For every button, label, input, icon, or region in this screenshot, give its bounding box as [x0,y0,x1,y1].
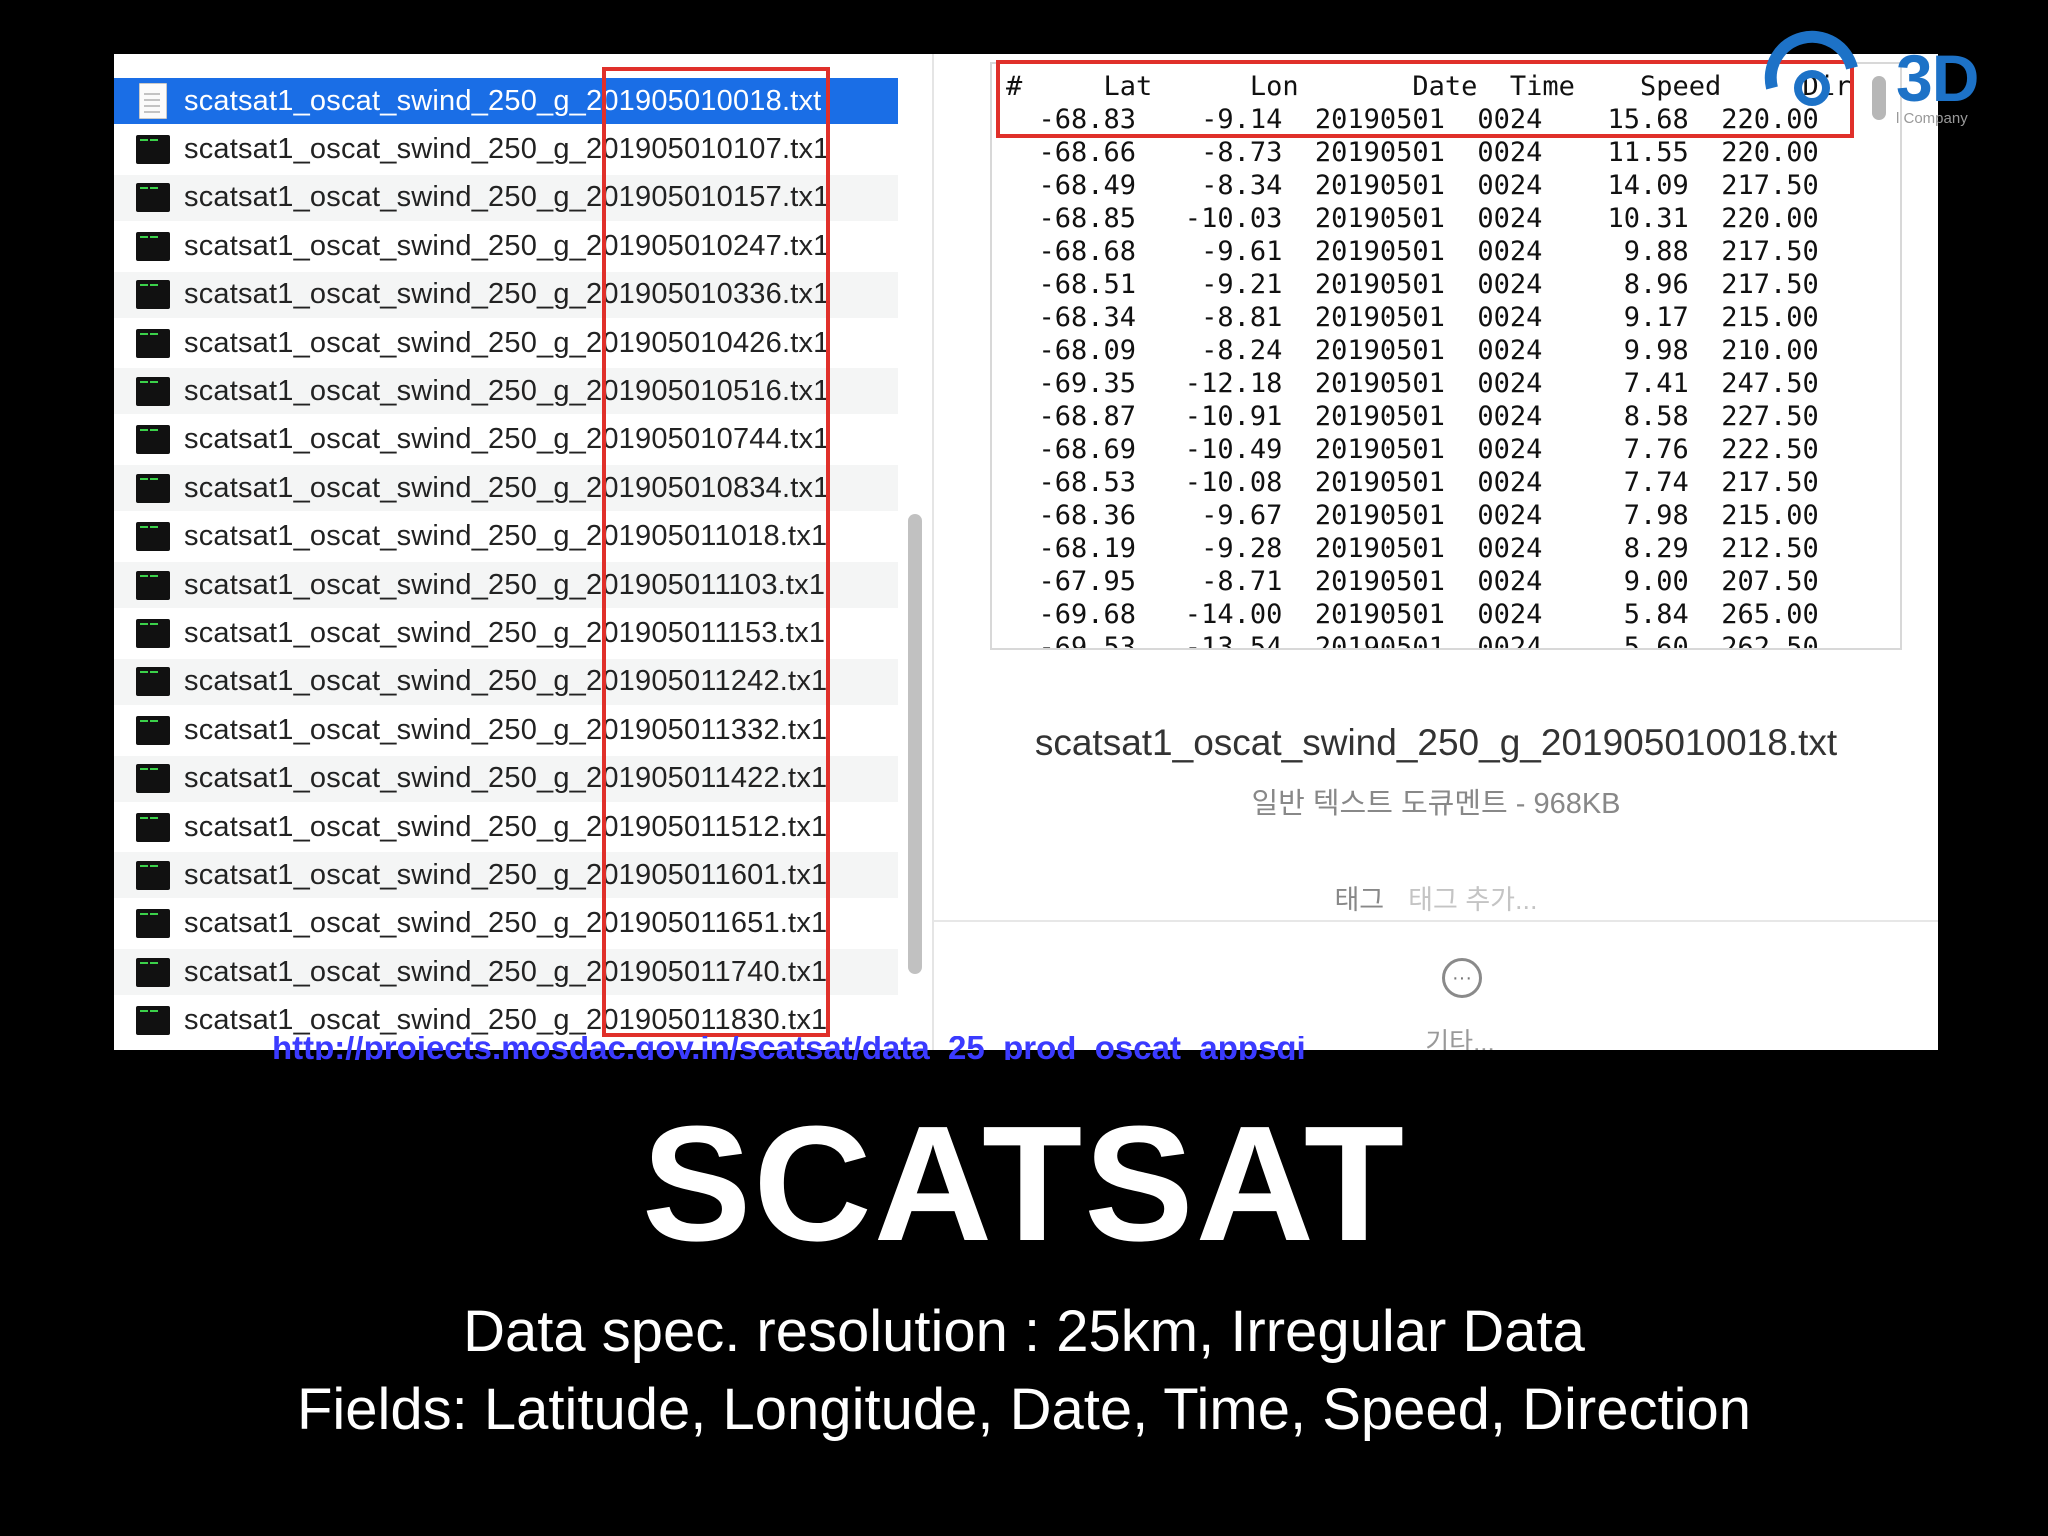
finder-window: scatsat1_oscat_swind_250_g_201905010018.… [114,54,1938,1050]
exec-file-icon [136,762,170,796]
exec-file-icon [136,955,170,989]
exec-file-icon [136,181,170,215]
exec-file-icon [136,423,170,457]
header-highlight-box [996,60,1854,138]
tag-label: 태그 [1334,885,1385,915]
exec-file-icon [136,132,170,166]
slide-title: SCATSAT [641,1092,1407,1275]
preview-file-kind: 일반 텍스트 도큐멘트 - 968KB [1251,788,1621,820]
exec-file-icon [136,810,170,844]
tag-row: 태그 태그 추가... [934,878,1938,917]
logo-text: 3D [1896,41,1979,115]
exec-file-icon [136,471,170,505]
more-icon[interactable]: ··· [1442,958,1482,998]
divider [934,920,1938,922]
logo-icon [1764,30,1858,106]
tag-input[interactable]: 태그 추가... [1408,878,1537,917]
exec-file-icon [136,278,170,312]
exec-file-icon [136,616,170,650]
exec-file-icon [136,665,170,699]
exec-file-icon [136,568,170,602]
slide-subtitle-line-2: Fields: Latitude, Longitude, Date, Time,… [296,1377,1752,1442]
exec-file-icon [136,374,170,408]
exec-file-icon [136,1004,170,1038]
exec-file-icon [136,326,170,360]
text-preview: # Lat Lon Date Time Speed Dir -68.83 -9.… [990,62,1902,650]
exec-file-icon [136,520,170,554]
source-link[interactable]: http://projects.mosdac.gov.in/scatsat/da… [272,1036,1772,1060]
timestamp-highlight-box [602,67,830,1037]
preview-text: # Lat Lon Date Time Speed Dir -68.83 -9.… [1006,71,1852,650]
file-list-scrollbar[interactable] [908,514,922,974]
text-document-icon [136,83,170,119]
preview-filename: scatsat1_oscat_swind_250_g_201905010018.… [1034,722,1838,763]
exec-file-icon [136,229,170,263]
exec-file-icon [136,907,170,941]
logo-subtext: l Company [1896,110,1968,127]
exec-file-icon [136,713,170,747]
slide-subtitle-line-1: Data spec. resolution : 25km, Irregular … [463,1299,1585,1364]
exec-file-icon [136,858,170,892]
